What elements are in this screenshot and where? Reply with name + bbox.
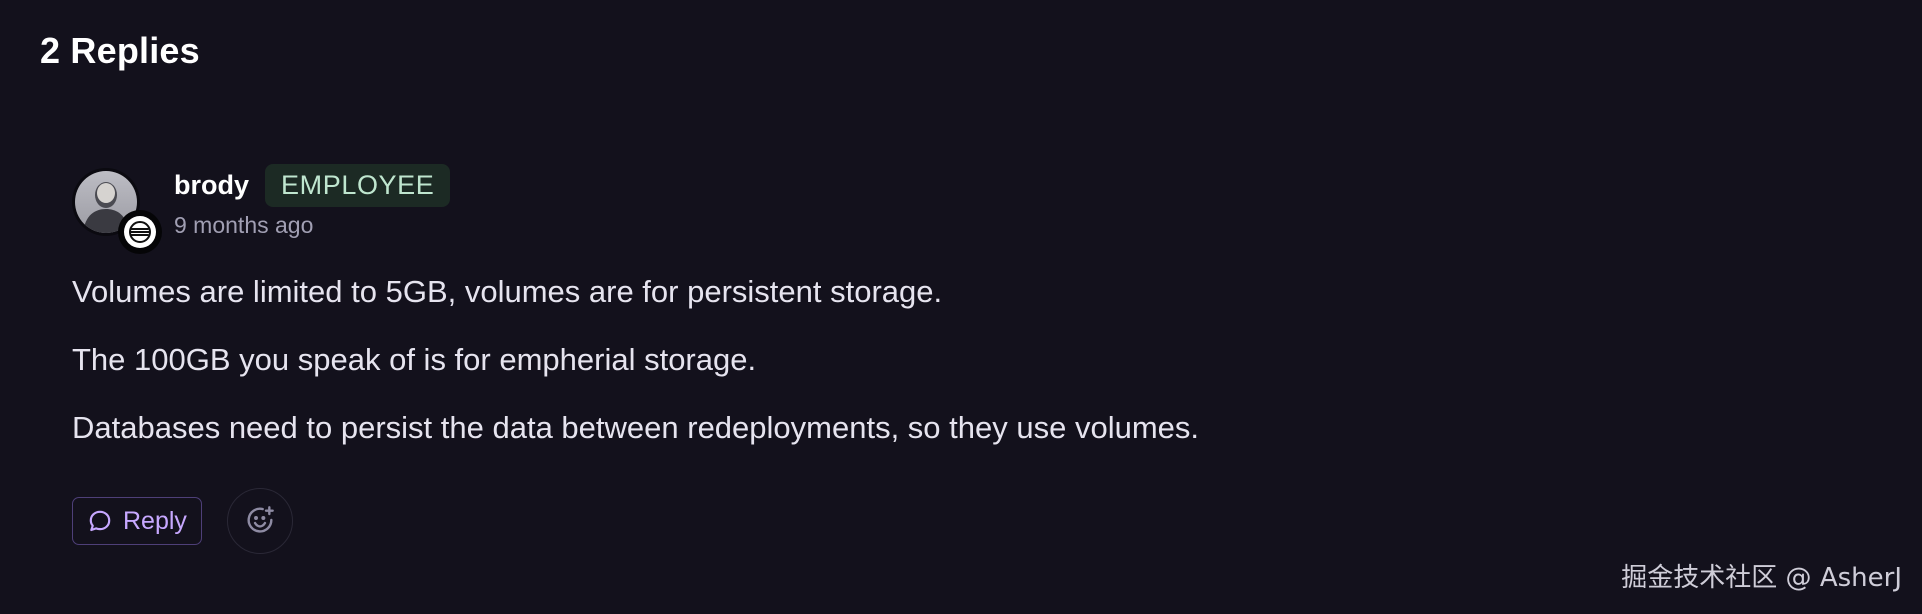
reply-paragraph: Databases need to persist the data betwe…: [72, 410, 1200, 445]
author-avatar[interactable]: [72, 168, 162, 258]
add-reaction-icon: [244, 504, 276, 539]
reply-body: Volumes are limited to 5GB, volumes are …: [72, 273, 1472, 477]
replies-heading: 2 Replies: [40, 30, 200, 71]
page: 2 Replies brody EMPLOYEE 9 months ago Vo…: [0, 0, 1922, 614]
add-reaction-button[interactable]: [226, 488, 293, 554]
reply-button[interactable]: Reply: [72, 497, 202, 545]
reply-paragraph: Volumes are limited to 5GB, volumes are …: [72, 274, 943, 309]
reply-actions: Reply: [72, 488, 293, 554]
railway-logo-icon: [118, 210, 162, 254]
employee-badge: EMPLOYEE: [265, 163, 451, 207]
chat-bubble-icon: [87, 508, 113, 534]
author-row: brody EMPLOYEE: [174, 160, 451, 210]
reply-paragraph: The 100GB you speak of is for empherial …: [72, 342, 757, 377]
reply-button-label: Reply: [123, 506, 187, 535]
author-username[interactable]: brody: [174, 170, 249, 201]
reply-timestamp: 9 months ago: [174, 212, 314, 238]
watermark: 掘金技术社区 @ AsherJ: [1621, 563, 1902, 593]
